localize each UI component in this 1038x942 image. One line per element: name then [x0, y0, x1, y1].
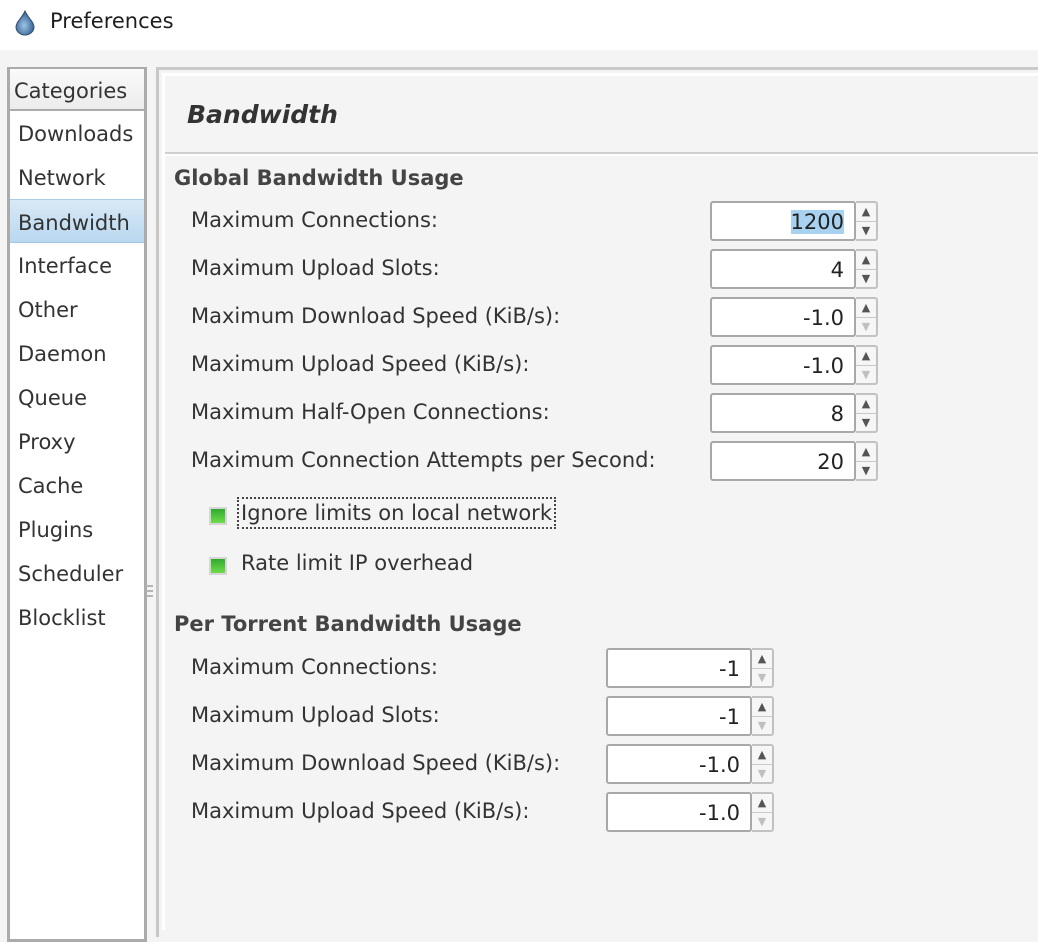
- global-field-label: Maximum Download Speed (KiB/s):: [191, 304, 561, 328]
- global-field-spinner[interactable]: 20 ▲ ▼: [710, 441, 878, 481]
- decrement-arrow-icon[interactable]: ▼: [752, 717, 772, 735]
- ignore-local-limits-checkbox[interactable]: [209, 507, 227, 525]
- global-field-value: 20: [817, 450, 844, 474]
- title-separator: [165, 152, 1038, 156]
- global-field-input[interactable]: -1.0: [710, 297, 856, 337]
- global-field-value: -1.0: [803, 354, 844, 378]
- categories-list[interactable]: Categories Downloads Network Bandwidth I…: [7, 67, 147, 942]
- decrement-arrow-icon[interactable]: ▼: [752, 765, 772, 783]
- decrement-arrow-icon[interactable]: ▼: [856, 414, 876, 432]
- deluge-drop-icon: [15, 10, 35, 36]
- global-field-label: Maximum Upload Speed (KiB/s):: [191, 352, 530, 376]
- global-field-spinner[interactable]: 1200 ▲ ▼: [710, 201, 878, 241]
- torrent-field-label: Maximum Upload Speed (KiB/s):: [191, 799, 530, 823]
- increment-arrow-icon[interactable]: ▲: [856, 443, 876, 462]
- torrent-field-spinner[interactable]: -1 ▲ ▼: [606, 696, 774, 736]
- global-field-label: Maximum Connections:: [191, 208, 438, 232]
- global-field-value: 4: [830, 258, 844, 282]
- torrent-field-label: Maximum Upload Slots:: [191, 703, 440, 727]
- global-field-value: 8: [830, 402, 844, 426]
- global-field-spinner[interactable]: 8 ▲ ▼: [710, 393, 878, 433]
- increment-arrow-icon[interactable]: ▲: [856, 299, 876, 318]
- global-field-input[interactable]: -1.0: [710, 345, 856, 385]
- pane-resize-handle[interactable]: [146, 585, 154, 600]
- global-field-input[interactable]: 8: [710, 393, 856, 433]
- torrent-field-input[interactable]: -1: [606, 648, 752, 688]
- title-bar: Preferences: [0, 0, 1038, 50]
- torrent-field-value: -1: [719, 657, 740, 681]
- torrent-field-input[interactable]: -1.0: [606, 792, 752, 832]
- sidebar-item-plugins[interactable]: Plugins: [10, 507, 144, 551]
- global-field-spinner[interactable]: -1.0 ▲ ▼: [710, 297, 878, 337]
- sidebar-item-other[interactable]: Other: [10, 287, 144, 331]
- decrement-arrow-icon[interactable]: ▼: [856, 318, 876, 336]
- torrent-field-spinner[interactable]: -1.0 ▲ ▼: [606, 792, 774, 832]
- increment-arrow-icon[interactable]: ▲: [856, 347, 876, 366]
- ignore-local-limits-label[interactable]: Ignore limits on local network: [237, 497, 556, 529]
- torrent-field-label: Maximum Download Speed (KiB/s):: [191, 751, 561, 775]
- torrent-field-input[interactable]: -1: [606, 696, 752, 736]
- decrement-arrow-icon[interactable]: ▼: [752, 669, 772, 687]
- sidebar-item-bandwidth[interactable]: Bandwidth: [10, 199, 144, 243]
- global-field-spinner[interactable]: -1.0 ▲ ▼: [710, 345, 878, 385]
- global-field-input[interactable]: 4: [710, 249, 856, 289]
- increment-arrow-icon[interactable]: ▲: [752, 746, 772, 765]
- global-field-value: 1200: [790, 210, 844, 234]
- global-field-input[interactable]: 1200: [710, 201, 856, 241]
- torrent-field-value: -1.0: [699, 753, 740, 777]
- torrent-field-input[interactable]: -1.0: [606, 744, 752, 784]
- sidebar-item-scheduler[interactable]: Scheduler: [10, 551, 144, 595]
- rate-limit-ip-overhead-checkbox[interactable]: [209, 557, 227, 575]
- global-field-input[interactable]: 20: [710, 441, 856, 481]
- global-field-label: Maximum Half-Open Connections:: [191, 400, 550, 424]
- decrement-arrow-icon[interactable]: ▼: [856, 222, 876, 240]
- global-bandwidth-heading: Global Bandwidth Usage: [174, 166, 464, 190]
- increment-arrow-icon[interactable]: ▲: [752, 650, 772, 669]
- window-title: Preferences: [50, 9, 174, 33]
- global-field-label: Maximum Connection Attempts per Second:: [191, 448, 656, 472]
- increment-arrow-icon[interactable]: ▲: [856, 203, 876, 222]
- sidebar-item-network[interactable]: Network: [10, 155, 144, 199]
- page-title: Bandwidth: [187, 100, 338, 129]
- decrement-arrow-icon[interactable]: ▼: [856, 462, 876, 480]
- increment-arrow-icon[interactable]: ▲: [856, 251, 876, 270]
- increment-arrow-icon[interactable]: ▲: [752, 698, 772, 717]
- sidebar-item-proxy[interactable]: Proxy: [10, 419, 144, 463]
- global-field-value: -1.0: [803, 306, 844, 330]
- torrent-field-spinner[interactable]: -1 ▲ ▼: [606, 648, 774, 688]
- global-field-spinner[interactable]: 4 ▲ ▼: [710, 249, 878, 289]
- sidebar-item-cache[interactable]: Cache: [10, 463, 144, 507]
- sidebar-item-interface[interactable]: Interface: [10, 243, 144, 287]
- torrent-field-value: -1: [719, 705, 740, 729]
- torrent-field-label: Maximum Connections:: [191, 655, 438, 679]
- categories-header[interactable]: Categories: [10, 69, 144, 111]
- sidebar-item-daemon[interactable]: Daemon: [10, 331, 144, 375]
- torrent-field-spinner[interactable]: -1.0 ▲ ▼: [606, 744, 774, 784]
- sidebar-item-downloads[interactable]: Downloads: [10, 111, 144, 155]
- bandwidth-page: Bandwidth Global Bandwidth Usage Maximum…: [159, 67, 1038, 930]
- decrement-arrow-icon[interactable]: ▼: [856, 270, 876, 288]
- torrent-field-value: -1.0: [699, 801, 740, 825]
- increment-arrow-icon[interactable]: ▲: [856, 395, 876, 414]
- global-field-label: Maximum Upload Slots:: [191, 256, 440, 280]
- per-torrent-bandwidth-heading: Per Torrent Bandwidth Usage: [174, 612, 522, 636]
- sidebar-item-blocklist[interactable]: Blocklist: [10, 595, 144, 639]
- increment-arrow-icon[interactable]: ▲: [752, 794, 772, 813]
- decrement-arrow-icon[interactable]: ▼: [856, 366, 876, 384]
- decrement-arrow-icon[interactable]: ▼: [752, 813, 772, 831]
- rate-limit-ip-overhead-label[interactable]: Rate limit IP overhead: [241, 551, 473, 575]
- sidebar-item-queue[interactable]: Queue: [10, 375, 144, 419]
